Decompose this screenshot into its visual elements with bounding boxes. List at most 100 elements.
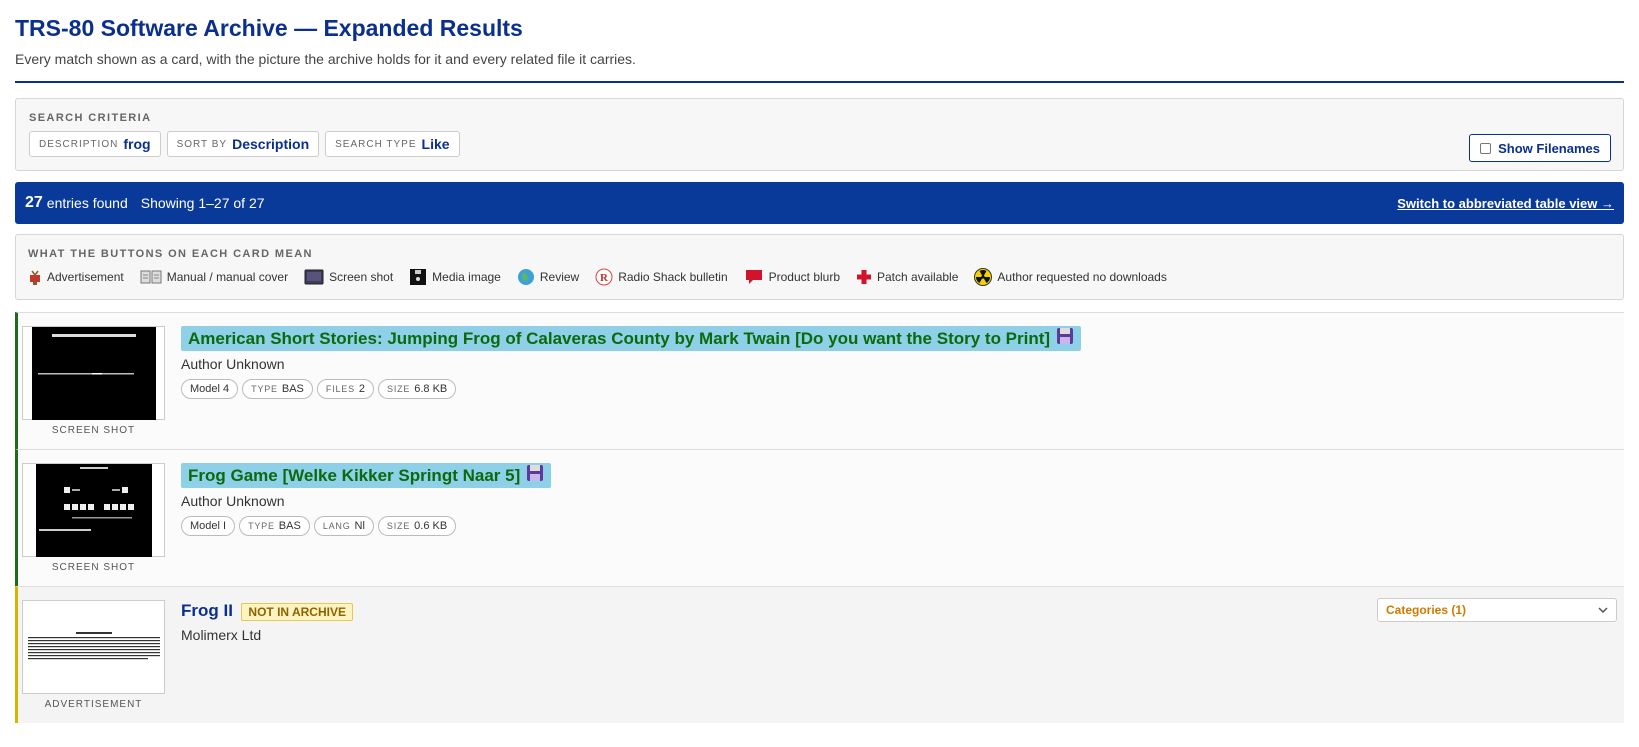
results-summary-bar: 27 entries found Showing 1–27 of 27 Swit… <box>15 182 1624 224</box>
button-legend-panel: What the buttons on each card mean Adver… <box>15 234 1624 300</box>
legend-label-text: Author requested no downloads <box>997 270 1167 284</box>
pill-key: Size <box>386 521 411 531</box>
legend-item-manual: Manual / manual cover <box>140 269 288 285</box>
pill-model: Model 4 <box>181 379 239 399</box>
results-list: Screen shot American Short Stories: Jump… <box>15 312 1624 723</box>
legend-item-patch: Patch available <box>856 269 958 285</box>
thumbnail-caption: Screen shot <box>51 562 136 573</box>
entry-author: Author Unknown <box>181 493 285 509</box>
legend-item-radio-shack: R Radio Shack bulletin <box>595 268 728 286</box>
screenshot-icon <box>304 269 324 285</box>
page-subtitle: Every match shown as a card, with the pi… <box>15 51 636 67</box>
legend-item-screenshot: Screen shot <box>304 269 393 285</box>
title-divider <box>15 81 1624 83</box>
radio-shack-icon: R <box>595 268 613 286</box>
pill-key: Size <box>387 384 411 394</box>
search-criteria-label: Search Criteria <box>29 112 152 124</box>
legend-label: What the buttons on each card mean <box>28 248 313 260</box>
product-blurb-icon <box>744 268 764 286</box>
pill-lang: Lang Nl <box>313 516 374 536</box>
entry-title-text: Frog Game [Welke Kikker Springt Naar 5] <box>188 465 521 485</box>
result-card: Screen shot Frog Game [Welke Kikker Spri… <box>15 449 1624 586</box>
manual-icon <box>140 269 162 285</box>
advertisement-icon <box>28 269 42 285</box>
legend-label-text: Product blurb <box>768 270 840 284</box>
legend-label-text: Screen shot <box>329 270 394 284</box>
chip-key: Sort By <box>176 138 228 150</box>
result-card: Advertisement Frog II NOT IN ARCHIVE Mol… <box>15 586 1624 723</box>
chip-key: Description <box>39 138 119 150</box>
pill-value: BAS <box>281 383 304 395</box>
pill-key: Type <box>251 384 278 394</box>
pill-value: Model I <box>190 520 227 532</box>
results-count-label: entries found <box>46 195 128 211</box>
pill-value: 2 <box>358 383 366 395</box>
criteria-chip-description: Description frog <box>29 131 161 157</box>
pill-model: Model I <box>181 516 236 536</box>
show-filenames-toggle[interactable]: Show Filenames <box>1469 134 1611 162</box>
review-icon <box>517 268 535 286</box>
results-range: Showing 1–27 of 27 <box>140 195 265 211</box>
legend-item-no-downloads: Author requested no downloads <box>974 268 1167 286</box>
media-image-icon <box>409 268 427 286</box>
legend-label-text: Review <box>539 270 580 284</box>
card-thumbnail[interactable] <box>22 463 165 557</box>
pill-value: BAS <box>278 520 301 532</box>
advertisement-thumbnail-image <box>23 601 164 693</box>
entry-author: Author Unknown <box>181 356 285 372</box>
pill-key: Files <box>325 384 355 394</box>
pill-value: 6.8 KB <box>414 383 448 395</box>
legend-item-media-image: Media image <box>409 268 501 286</box>
legend-label-text: Radio Shack bulletin <box>618 270 728 284</box>
pill-size: Size 6.8 KB <box>378 379 457 399</box>
chip-key: Search Type <box>335 138 417 150</box>
pill-key: Lang <box>322 521 351 531</box>
criteria-chip-search-type: Search Type Like <box>325 131 460 157</box>
legend-label-text: Patch available <box>877 270 959 284</box>
legend-label-text: Manual / manual cover <box>166 270 289 284</box>
entry-title-link[interactable]: American Short Stories: Jumping Frog of … <box>181 326 1082 351</box>
pill-value: 0.6 KB <box>414 520 448 532</box>
pill-files: Files 2 <box>316 379 375 399</box>
show-filenames-checkbox[interactable] <box>1480 142 1492 154</box>
chip-value: frog <box>123 136 151 152</box>
thumbnail-caption: Screen shot <box>51 425 136 436</box>
not-in-archive-badge: NOT IN ARCHIVE <box>241 602 353 621</box>
legend-item-product-blurb: Product blurb <box>744 268 840 286</box>
pill-value: Nl <box>354 520 365 532</box>
legend-item-review: Review <box>517 268 579 286</box>
categories-dropdown[interactable]: Categories (1) <box>1377 598 1617 622</box>
screenshot-thumbnail-image <box>35 463 152 557</box>
pill-type: Type BAS <box>239 516 310 536</box>
chevron-down-icon <box>1598 603 1608 617</box>
switch-table-view-link[interactable]: Switch to abbreviated table view → <box>1397 196 1614 211</box>
no-downloads-icon <box>974 268 993 286</box>
svg-text:R: R <box>600 272 609 284</box>
floppy-disk-icon[interactable] <box>1056 327 1074 350</box>
patch-icon <box>856 269 872 285</box>
results-count: 27 <box>25 194 43 211</box>
legend-label-text: Advertisement <box>47 270 124 284</box>
entry-title-link[interactable]: Frog II <box>181 600 233 622</box>
floppy-disk-icon[interactable] <box>526 464 544 487</box>
search-criteria-panel: Search Criteria Description frog Sort By… <box>15 98 1624 171</box>
chip-value: Description <box>232 136 310 152</box>
legend-item-advertisement: Advertisement <box>28 269 124 285</box>
criteria-chip-sort-by: Sort By Description <box>166 131 320 157</box>
result-card: Screen shot American Short Stories: Jump… <box>15 312 1624 449</box>
card-thumbnail[interactable] <box>22 326 165 420</box>
categories-label: Categories (1) <box>1386 603 1467 617</box>
thumbnail-caption: Advertisement <box>44 699 143 710</box>
legend-label-text: Media image <box>432 270 501 284</box>
chip-value: Like <box>421 136 450 152</box>
pill-size: Size 0.6 KB <box>377 516 457 536</box>
screenshot-thumbnail-image <box>31 326 156 420</box>
entry-author: Molimerx Ltd <box>181 627 262 643</box>
entry-title-text: American Short Stories: Jumping Frog of … <box>188 328 1051 348</box>
entry-title-link[interactable]: Frog Game [Welke Kikker Springt Naar 5] <box>181 463 552 488</box>
pill-key: Type <box>248 521 275 531</box>
card-thumbnail[interactable] <box>22 600 165 694</box>
pill-type: Type BAS <box>242 379 313 399</box>
pill-value: Model 4 <box>190 383 230 395</box>
show-filenames-label: Show Filenames <box>1498 140 1600 156</box>
